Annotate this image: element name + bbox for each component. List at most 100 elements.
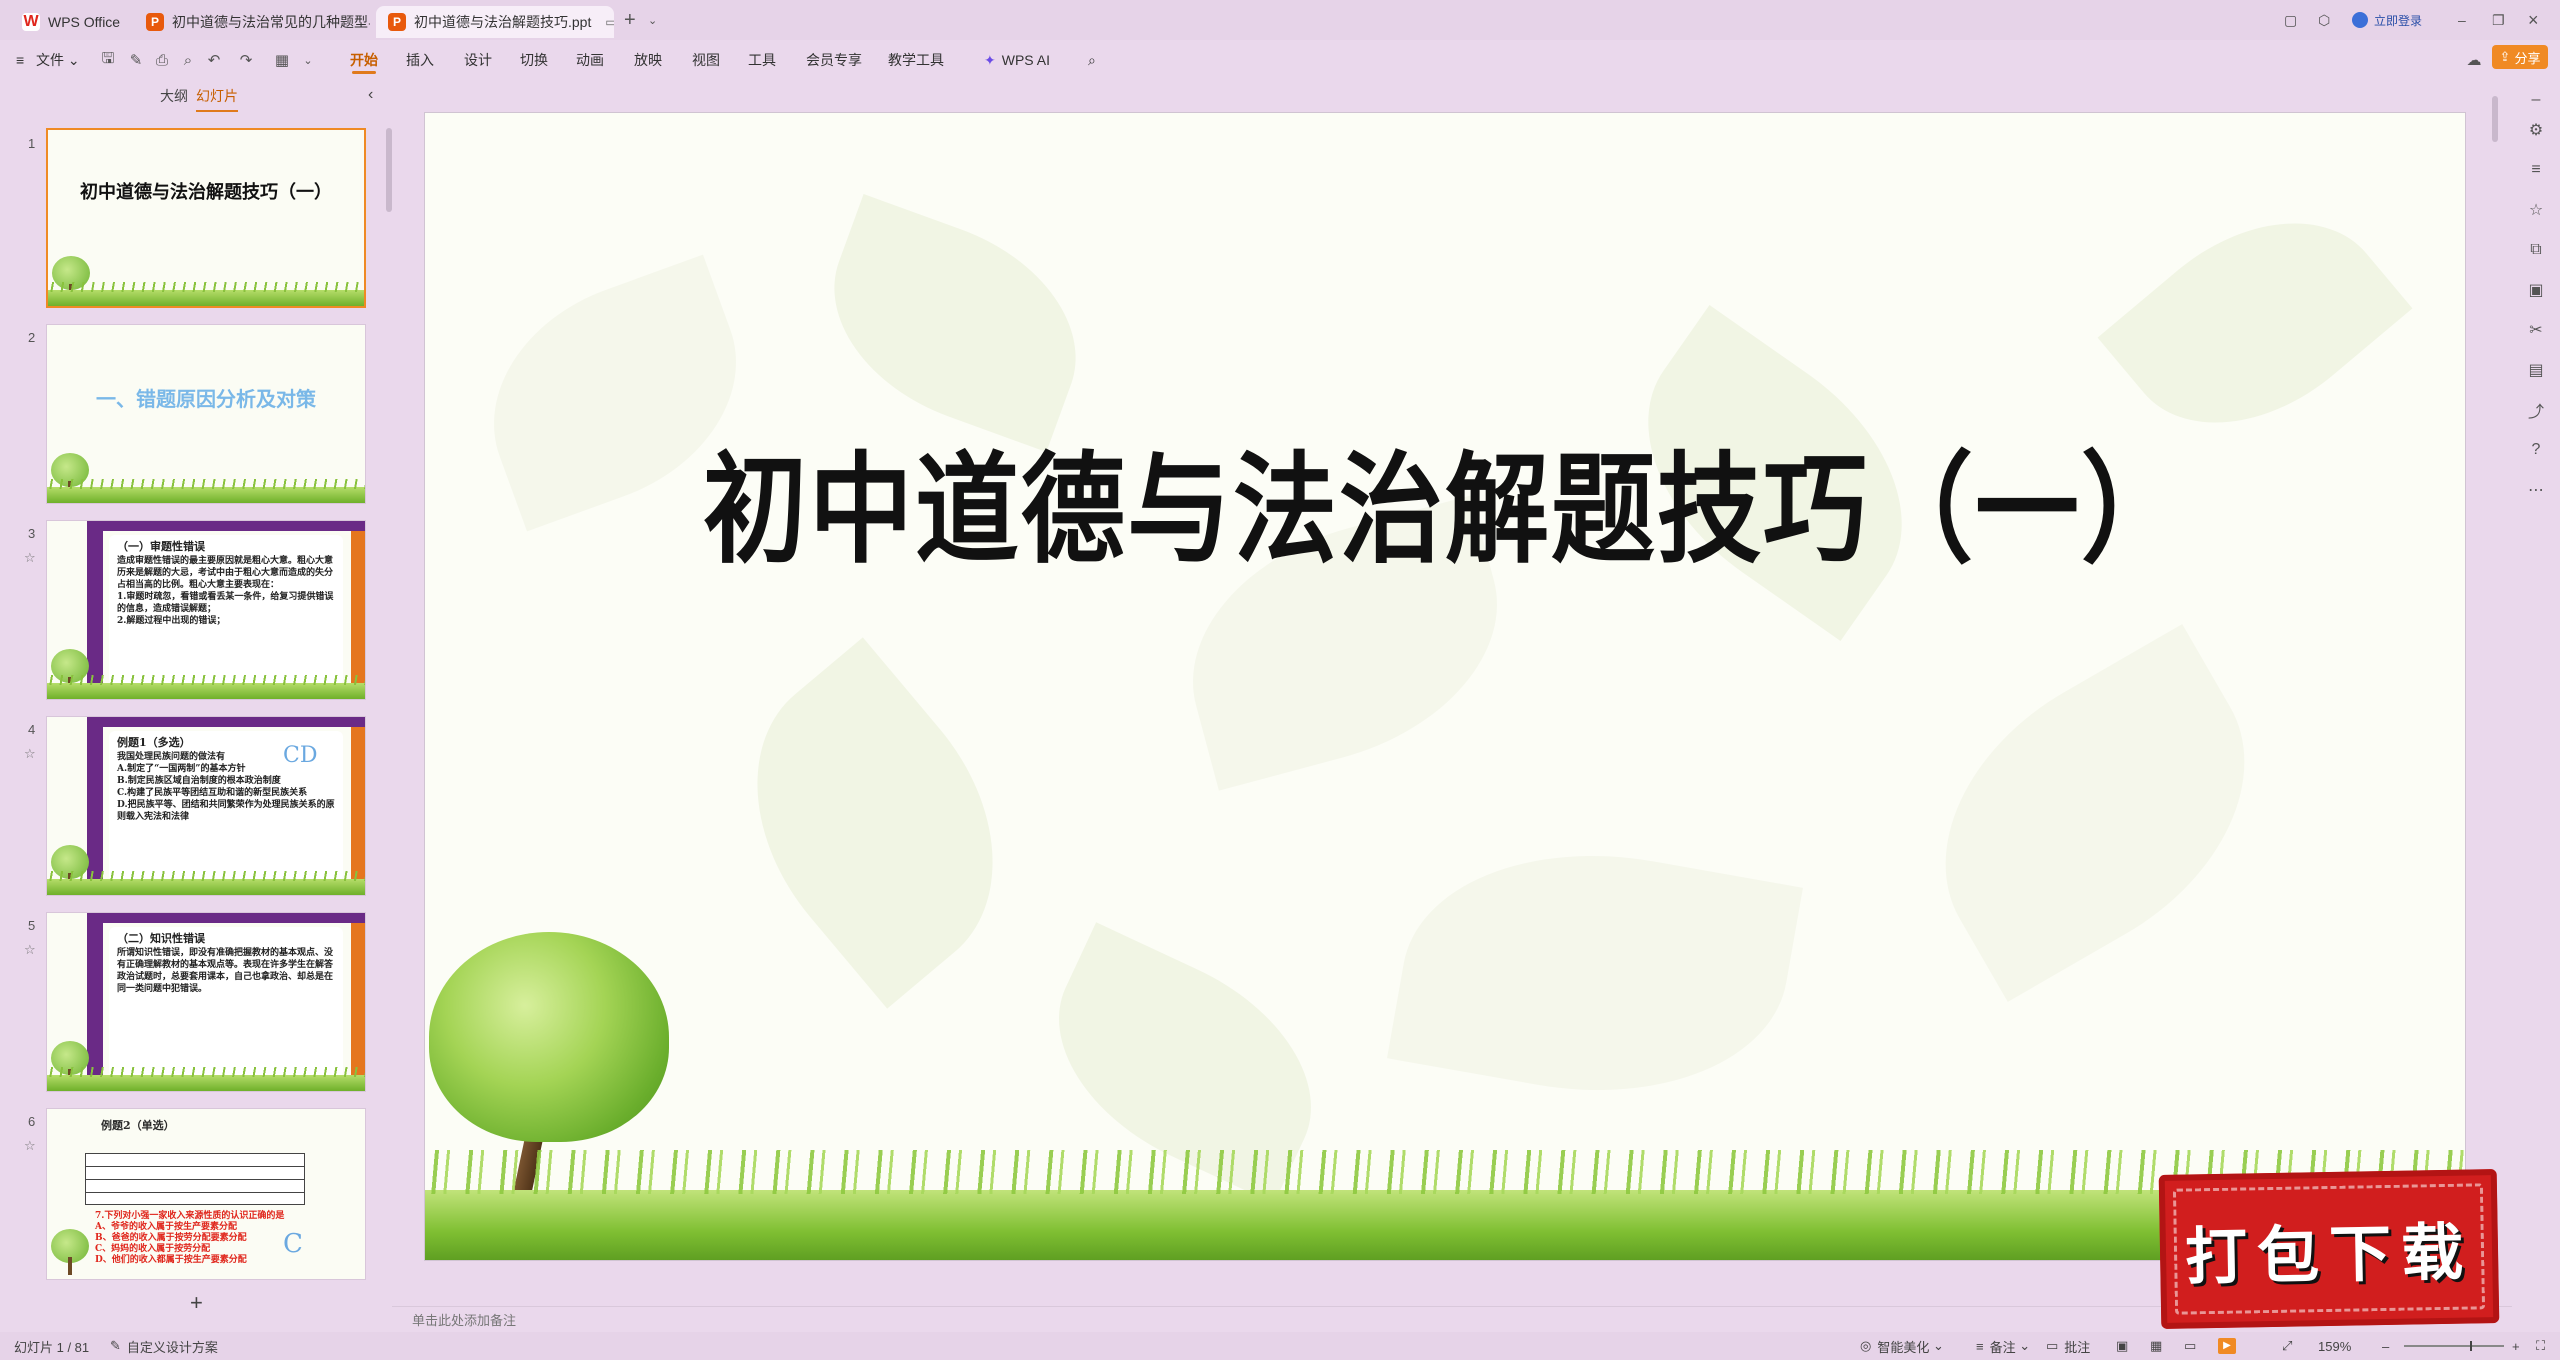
menu-wps-ai-label: WPS AI [1001,52,1050,68]
star-icon[interactable]: ☆ [24,550,36,566]
properties-icon[interactable]: ⚙ [2526,120,2546,140]
window-close-icon[interactable]: × [2528,0,2539,40]
menu-design[interactable]: 设计 [464,40,492,80]
share-icon: ⇪ [2499,49,2511,64]
box-icon[interactable]: ⬡ [2318,0,2330,40]
menu-wps-ai[interactable]: ✦ WPS AI [984,40,1050,80]
notes-button[interactable]: ≡ 备注 ⌄ [1976,1332,2030,1360]
zoom-level[interactable]: 159% [2318,1332,2351,1360]
canvas-scrollbar[interactable] [2492,96,2498,142]
star-icon[interactable]: ☆ [24,1138,36,1154]
comments-button[interactable]: ▭ 批注 [2046,1332,2090,1360]
menu-home[interactable]: 开始 [350,40,378,80]
smart-beautify-button[interactable]: ◎ 智能美化 ⌄ [1860,1332,1944,1360]
title-bar: W WPS Office P 初中道德与法治常见的几种题型与命 P 初中道德与法… [0,0,2560,40]
search-icon[interactable]: ⌕ [1088,40,1096,80]
tab-outline[interactable]: 大纲 [160,86,188,106]
grass-image [47,871,365,895]
tab-document-1[interactable]: P 初中道德与法治常见的几种题型与命 [134,6,370,38]
normal-view-icon[interactable]: ▣ [2116,1332,2128,1360]
design-label: 自定义设计方案 [126,1339,218,1355]
zoom-slider[interactable] [2404,1332,2504,1360]
slide-thumbnail-5[interactable]: （二）知识性错误 所谓知识性错误，即没有准确把握教材的基本观点、没有正确理解教材… [46,912,366,1092]
card-line: 1.审题时疏忽，看错或看丢某一条件，给复习提供错误的信息，造成错误解题； [117,592,334,614]
star-icon[interactable]: ☆ [2526,200,2546,220]
answer-label: C [283,1229,303,1259]
tab-document-2[interactable]: P 初中道德与法治解题技巧.ppt ▭ × [376,6,614,38]
sliders-icon[interactable]: ≡ [2526,160,2546,180]
download-stamp[interactable]: 打包下载 [2158,1169,2500,1329]
slide-thumbnail-6[interactable]: 例题2（单选） 7.下列对小强一家收入来源性质的认识正确的是 A、爷爷的收入属于… [46,1108,366,1280]
login-button[interactable]: 立即登录 [2352,0,2422,40]
card-heading: （一）审题性错误 [117,540,205,553]
fit-window-icon[interactable]: ⤢ [2282,1332,2292,1360]
restore-icon[interactable]: ❐ [2492,0,2505,40]
help-icon[interactable]: ? [2526,440,2546,460]
more-icon[interactable]: ⋯ [2526,480,2546,500]
slide-canvas[interactable]: 初中道德与法治解题技巧（一） [424,112,2466,1261]
menu-file[interactable]: 文件 ⌄ [36,40,80,80]
add-slide-button[interactable]: + [190,1290,203,1316]
menu-animation[interactable]: 动画 [576,40,604,80]
card-heading: （二）知识性错误 [117,932,205,945]
fullscreen-icon[interactable]: ⛶ [2536,1332,2545,1360]
new-tab-button[interactable]: + [624,0,636,40]
zoom-in-icon[interactable]: + [2512,1332,2520,1360]
grid-view-icon[interactable]: ▦ [2150,1332,2162,1360]
collapse-icon[interactable]: – [2526,90,2546,110]
slide-thumbnail-4[interactable]: 例题1（多选） 我国处理民族问题的做法有 A.制定了“一国两制”的基本方针 B.… [46,716,366,896]
frame-top [87,521,365,531]
menu-slideshow[interactable]: 放映 [634,40,662,80]
more-chevron-icon[interactable]: ⌄ [298,50,318,70]
menu-insert[interactable]: 插入 [406,40,434,80]
slide-thumbnail-1[interactable]: 初中道德与法治解题技巧（一） [46,128,366,308]
cloud-icon[interactable]: ☁ [2464,50,2484,70]
layout-icon[interactable]: ▦ [272,50,292,70]
content-card: （二）知识性错误 所谓知识性错误，即没有准确把握教材的基本观点、没有正确理解教材… [109,927,343,1077]
play-button[interactable]: ▶ [2218,1332,2236,1360]
redo-icon[interactable]: ↷ [236,50,256,70]
hamburger-icon[interactable]: ≡ [16,40,24,80]
menu-transition[interactable]: 切换 [520,40,548,80]
tree-image [51,1229,89,1275]
frame-top [87,717,365,727]
leaf-decoration [1387,821,1803,1125]
star-icon[interactable]: ☆ [24,942,36,958]
tools-icon[interactable]: ✂ [2526,320,2546,340]
undo-icon[interactable]: ↶ [204,50,224,70]
format-painter-icon[interactable]: ✎ [126,50,146,70]
menu-view[interactable]: 视图 [692,40,720,80]
share-icon[interactable]: ⤴ [2526,400,2546,421]
slide-thumbnail-3[interactable]: （一）审题性错误 造成审题性错误的最主要原因就是粗心大意。粗心大意历来是解题的大… [46,520,366,700]
print-icon[interactable]: ⎙ [152,50,172,70]
star-icon[interactable]: ☆ [24,746,36,762]
menu-teaching-tools[interactable]: 教学工具 [888,40,944,80]
tab-wps-office[interactable]: W WPS Office [10,6,128,38]
monitor-icon: ▭ [605,15,614,29]
slide-number: 4 [28,722,36,737]
slide-thumbnail-2[interactable]: 一、错题原因分析及对策 [46,324,366,504]
tab-slides[interactable]: 幻灯片 [196,86,238,112]
slide-number: 3 [28,526,36,541]
share-button[interactable]: ⇪ 分享 [2492,45,2548,69]
menu-tools[interactable]: 工具 [748,40,776,80]
image-icon[interactable]: ▣ [2526,280,2546,300]
minimize-icon[interactable]: – [2458,0,2466,40]
share-label: 分享 [2514,50,2541,66]
slide-number: 1 [28,136,36,151]
ppt-file-icon: P [146,13,164,31]
copy-icon[interactable]: ⧉ [2526,240,2546,260]
zoom-out-icon[interactable]: – [2382,1332,2389,1360]
chevron-down-icon[interactable]: ⌄ [648,0,657,40]
reading-view-icon[interactable]: ▭ [2184,1332,2196,1360]
design-scheme-button[interactable]: ✎ 自定义设计方案 [110,1332,218,1360]
thumbnail-scrollbar[interactable] [386,128,392,212]
book-icon[interactable]: ▤ [2526,360,2546,380]
print-preview-icon[interactable]: ⌕ [178,50,198,70]
collapse-panel-icon[interactable]: ‹ [368,86,373,104]
grass-image [47,675,365,699]
window-icon[interactable]: ▢ [2284,0,2297,40]
slide-title[interactable]: 初中道德与法治解题技巧（一） [425,412,2465,586]
save-icon[interactable]: 🖫 [98,50,118,70]
menu-member[interactable]: 会员专享 [806,40,862,80]
